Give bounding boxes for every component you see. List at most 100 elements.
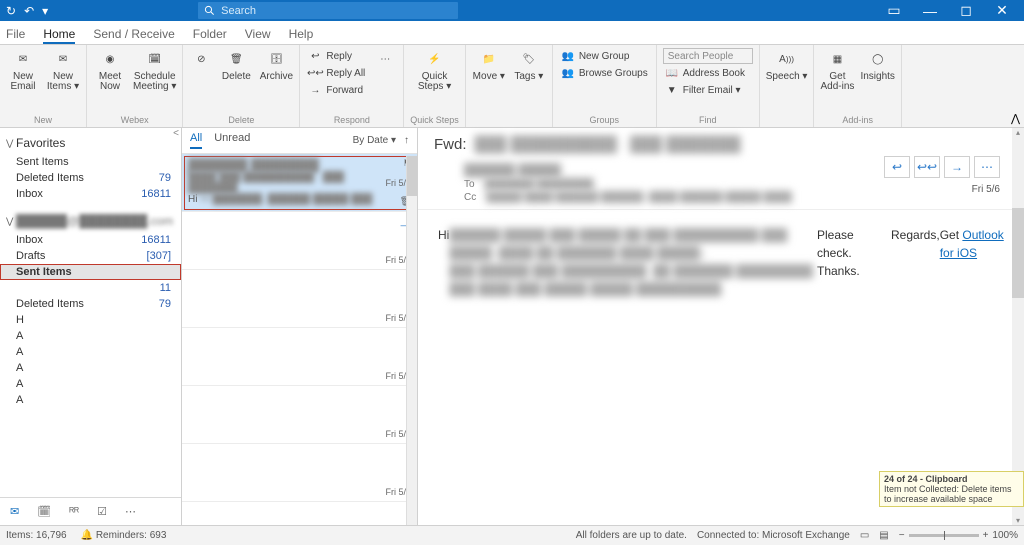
folder-sent-items[interactable]: Sent Items — [0, 264, 181, 280]
tab-folder[interactable]: Folder — [193, 27, 227, 44]
message-list: All Unread By Date ▾ ↑ ███████ ████████ … — [182, 128, 418, 525]
message-item[interactable]: Fri 5/6 — [182, 386, 417, 444]
calendar-icon: 🗓 — [143, 48, 167, 70]
fav-sent-items[interactable]: Sent Items — [0, 154, 181, 170]
clipboard-toast[interactable]: 24 of 24 - Clipboard Item not Collected:… — [879, 471, 1024, 507]
customize-icon[interactable]: ▾ — [42, 4, 48, 18]
reply-icon: ↩ — [308, 49, 322, 63]
view-reading-icon[interactable]: ▤ — [879, 530, 888, 541]
global-search[interactable]: Search — [198, 2, 458, 19]
nav-dock: ✉ 🗓 ᴿᴿ ☑ ⋯ — [0, 497, 181, 525]
message-item[interactable]: →Fri 5/6 — [182, 212, 417, 270]
message-item[interactable]: Fri 5/6 — [182, 328, 417, 386]
status-uptodate: All folders are up to date. — [576, 530, 687, 541]
group-delete: Delete — [228, 115, 254, 126]
folder-row[interactable]: 11 — [0, 280, 181, 296]
group-addins: Add-ins — [842, 115, 873, 126]
maximize-button[interactable]: ◻ — [954, 2, 978, 19]
archive-button[interactable]: 🗄Archive — [259, 48, 293, 82]
zoom-slider[interactable]: −+100% — [899, 530, 1018, 541]
cc-value: █████ ████ ██████ ██████, ████ ██████ ██… — [486, 192, 792, 203]
sort-button[interactable]: By Date ▾ — [353, 135, 396, 146]
folder-move-icon: 📁 — [477, 48, 501, 70]
reading-scrollbar[interactable] — [1012, 128, 1024, 525]
group-icon: 👥 — [561, 49, 575, 63]
tab-file[interactable]: File — [6, 27, 25, 44]
filter-unread[interactable]: Unread — [214, 132, 250, 149]
collapse-nav-icon[interactable]: < — [173, 128, 179, 139]
address-book-button[interactable]: 📖Address Book — [663, 65, 753, 81]
tasks-module-icon[interactable]: ☑ — [97, 505, 107, 518]
quick-steps-button[interactable]: ⚡Quick Steps ▾ — [418, 48, 452, 92]
delete-button[interactable]: 🗑Delete — [219, 48, 253, 82]
folder-drafts[interactable]: Drafts[307] — [0, 248, 181, 264]
folder-row[interactable]: A — [0, 392, 181, 408]
move-button[interactable]: 📁Move ▾ — [472, 48, 506, 82]
lightning-icon: ⚡ — [423, 48, 447, 70]
search-people-input[interactable]: Search People — [663, 48, 753, 64]
folder-inbox[interactable]: Inbox16811 — [0, 232, 181, 248]
nav-more-icon[interactable]: ⋯ — [125, 505, 136, 518]
new-group-button[interactable]: 👥New Group — [559, 48, 650, 64]
folder-deleted-items[interactable]: Deleted Items79 — [0, 296, 181, 312]
mlist-scrollbar[interactable] — [406, 156, 417, 525]
forward-action[interactable]: → — [944, 156, 970, 178]
mail-module-icon[interactable]: ✉ — [10, 505, 19, 518]
reply-action[interactable]: ↩ — [884, 156, 910, 178]
fav-deleted-items[interactable]: Deleted Items79 — [0, 170, 181, 186]
message-item[interactable]: Fri 5/6 — [182, 444, 417, 502]
browse-icon: 👥 — [561, 66, 575, 80]
folder-row[interactable]: A — [0, 376, 181, 392]
people-module-icon[interactable]: ᴿᴿ — [69, 506, 79, 518]
folder-row[interactable]: A — [0, 328, 181, 344]
view-normal-icon[interactable]: ▭ — [860, 530, 869, 541]
fav-inbox[interactable]: Inbox16811 — [0, 186, 181, 202]
sort-direction[interactable]: ↑ — [404, 135, 409, 146]
ignore-button[interactable]: ⊘ — [189, 48, 213, 70]
get-addins-button[interactable]: ▦Get Add-ins — [820, 48, 854, 92]
collapse-ribbon-icon[interactable]: ⋀ — [1011, 112, 1020, 125]
minimize-button[interactable]: — — [918, 3, 942, 19]
meet-now-button[interactable]: ◉Meet Now — [93, 48, 127, 92]
respond-more-button[interactable]: ⋯ — [373, 48, 397, 70]
filter-email-button[interactable]: ▼Filter Email ▾ — [663, 82, 753, 98]
tab-sendreceive[interactable]: Send / Receive — [93, 27, 174, 44]
folder-row[interactable]: H — [0, 312, 181, 328]
status-bar: Items: 16,796 🔔 Reminders: 693 All folde… — [0, 525, 1024, 545]
tab-help[interactable]: Help — [289, 27, 314, 44]
tab-view[interactable]: View — [245, 27, 271, 44]
insights-button[interactable]: ◯Insights — [860, 48, 894, 82]
titlebar: ↻ ↶ ▾ Search ▭ — ◻ ✕ — [0, 0, 1024, 21]
message-item[interactable]: ███████ ████████ ████ ███ ██████████ · █… — [182, 154, 417, 212]
new-email-button[interactable]: ✉︎New Email — [6, 48, 40, 92]
folder-row[interactable]: A — [0, 360, 181, 376]
ignore-icon: ⊘ — [189, 48, 213, 70]
browse-groups-button[interactable]: 👥Browse Groups — [559, 65, 650, 81]
message-item[interactable]: Fri 5/6 — [182, 270, 417, 328]
reply-all-button[interactable]: ↩↩Reply All — [306, 65, 367, 81]
filter-all[interactable]: All — [190, 132, 202, 149]
favorites-header[interactable]: ⋁Favorites — [0, 132, 181, 154]
account-header[interactable]: ⋁██████@████████.com — [0, 210, 181, 232]
close-button[interactable]: ✕ — [990, 2, 1014, 19]
speech-button[interactable]: A)))Speech ▾ — [766, 48, 808, 82]
status-reminders[interactable]: 🔔 Reminders: 693 — [81, 530, 167, 541]
envelope-icon: ✉︎ — [11, 48, 35, 70]
more-icon: ⋯ — [373, 48, 397, 70]
schedule-meeting-button[interactable]: 🗓Schedule Meeting ▾ — [133, 48, 176, 92]
folder-row[interactable]: A — [0, 344, 181, 360]
undo-icon[interactable]: ↶ — [24, 4, 34, 18]
sync-icon[interactable]: ↻ — [6, 4, 16, 18]
more-actions[interactable]: ⋯ — [974, 156, 1000, 178]
tab-home[interactable]: Home — [43, 27, 75, 44]
filter-icon: ▼ — [665, 83, 679, 97]
reply-all-action[interactable]: ↩↩ — [914, 156, 940, 178]
forward-button[interactable]: →Forward — [306, 82, 367, 98]
calendar-module-icon[interactable]: 🗓 — [37, 505, 51, 518]
reply-button[interactable]: ↩Reply — [306, 48, 367, 64]
subject-prefix: Fwd: — [434, 136, 467, 153]
new-items-button[interactable]: ✉︎New Items ▾ — [46, 48, 80, 92]
group-webex: Webex — [121, 115, 149, 126]
ribbon-display-icon[interactable]: ▭ — [882, 2, 906, 19]
tags-button[interactable]: 🏷Tags ▾ — [512, 48, 546, 82]
